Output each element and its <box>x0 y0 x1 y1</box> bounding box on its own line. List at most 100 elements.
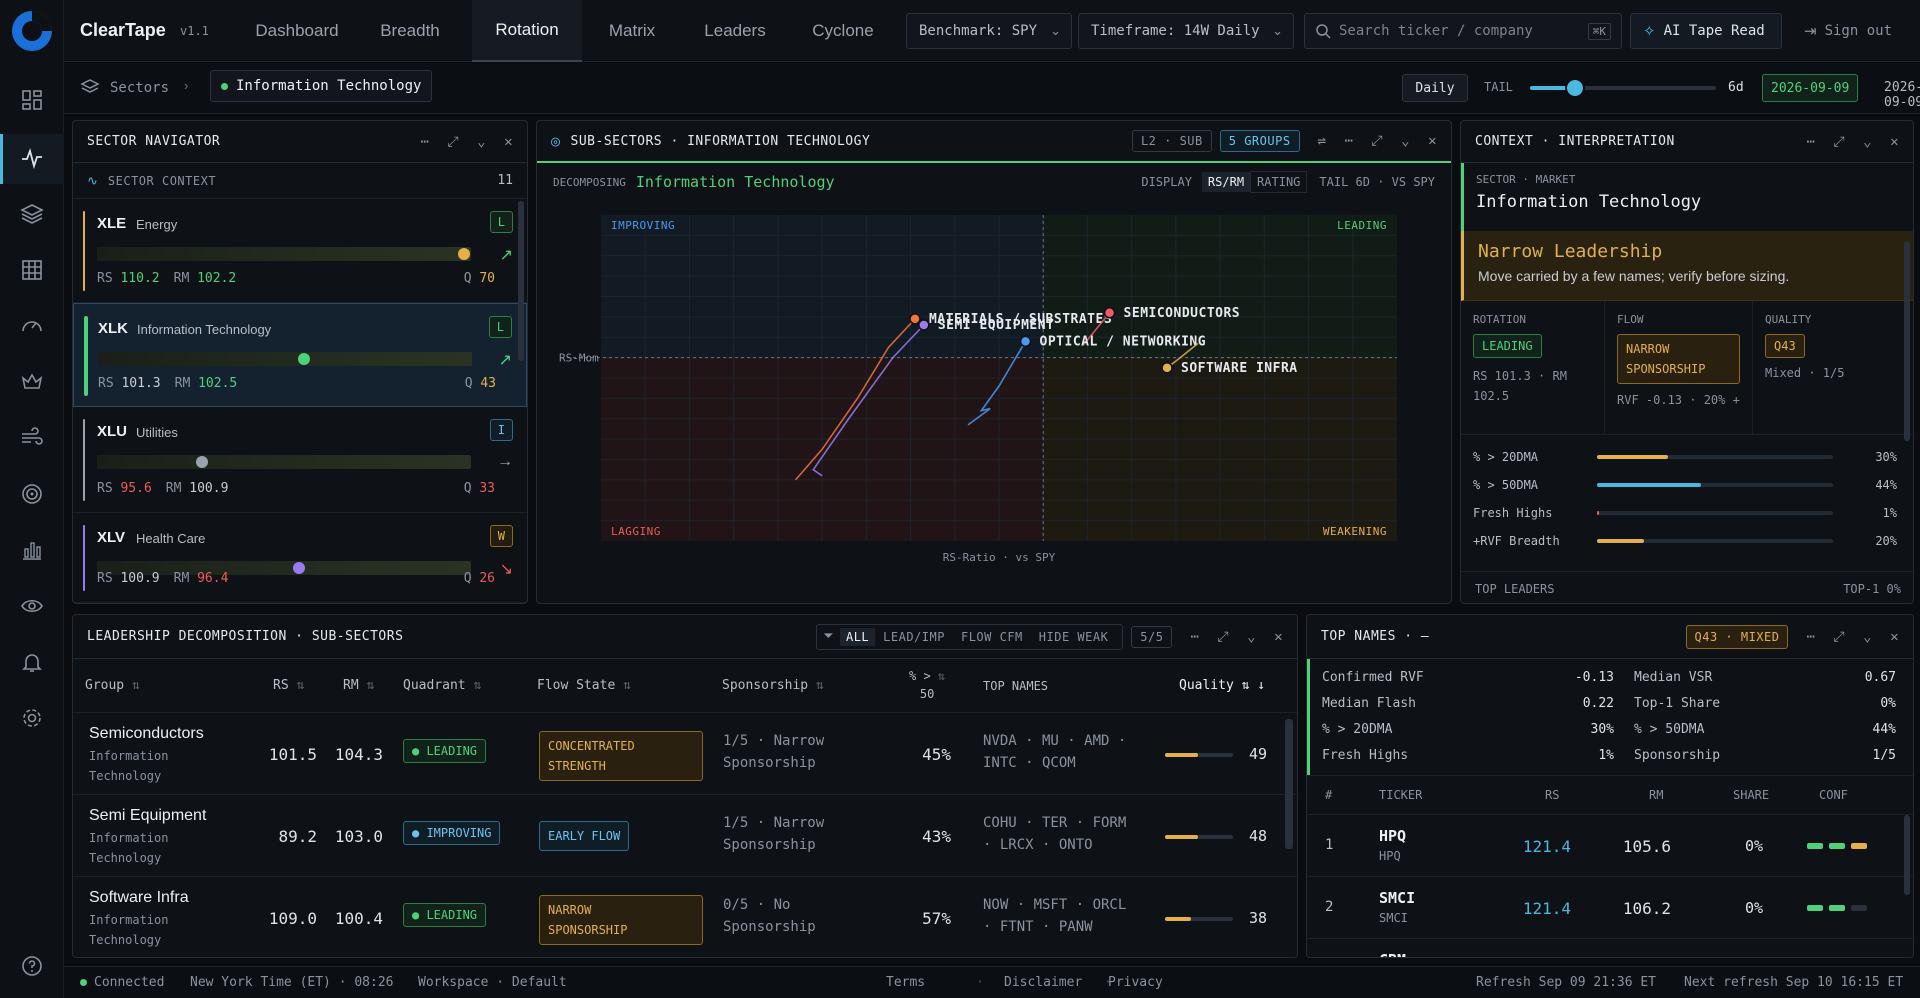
table-row[interactable]: Software Infra Information Technology 109.0… <box>73 877 1297 957</box>
quadrant-badge: ● IMPROVING <box>403 821 501 845</box>
breadcrumb-current[interactable]: Information Technology <box>210 70 433 102</box>
close-icon[interactable]: ✕ <box>1274 629 1283 645</box>
table-row[interactable]: 1 HPQ HPQ 121.4 105.6 0% <box>1307 815 1913 877</box>
sector-item[interactable]: XLU Utilities I → RS 95.6 RM 100.9 Q 33 <box>73 407 527 513</box>
table-icon[interactable] <box>20 258 44 282</box>
close-icon[interactable]: ✕ <box>1890 629 1899 645</box>
series-point[interactable] <box>1019 335 1032 348</box>
col-quality[interactable]: Quality ⇅ ↓ <box>1179 678 1265 693</box>
filter-all[interactable]: ALL <box>839 627 876 646</box>
tab-matrix[interactable]: Matrix <box>582 0 682 62</box>
chevron-down-icon[interactable]: ⌄ <box>1863 629 1872 645</box>
col-pct[interactable]: % > ⇅ 50 <box>909 667 945 703</box>
col-quadrant[interactable]: Quadrant ⇅ <box>403 678 481 693</box>
tab-dashboard[interactable]: Dashboard <box>238 0 356 62</box>
sign-out-button[interactable]: ⇥ Sign out <box>1804 22 1892 40</box>
series-point[interactable] <box>918 319 930 331</box>
benchmark-select[interactable]: Benchmark: SPY ⌄ <box>906 13 1072 49</box>
display-rsrm-toggle[interactable]: RS/RM <box>1201 172 1251 192</box>
chevron-down-icon[interactable]: ⌄ <box>1863 134 1872 150</box>
level-chip[interactable]: L2 · SUB <box>1131 130 1212 152</box>
sector-item[interactable]: XLK Information Technology L ↗ RS 101.3 RM 10… <box>73 303 527 407</box>
privacy-link[interactable]: Privacy <box>1108 975 1163 990</box>
crown-icon[interactable] <box>20 370 44 394</box>
scrollbar[interactable] <box>1904 815 1910 895</box>
sector-item[interactable]: XLE Energy L ↗ RS 110.2 RM 102.2 Q 70 <box>73 199 527 303</box>
tab-cyclone[interactable]: Cyclone <box>788 0 898 62</box>
scrollbar[interactable] <box>1904 241 1910 441</box>
more-icon[interactable]: ⋯ <box>1190 629 1199 645</box>
rrg-chart[interactable]: IMPROVING LEADING LAGGING WEAKENING RS-Mom RS… <box>537 203 1452 603</box>
rm-label: RM <box>173 571 198 586</box>
ai-tape-read-button[interactable]: ✧ AI Tape Read <box>1630 13 1782 49</box>
chevron-down-icon[interactable]: ⌄ <box>1401 133 1410 149</box>
more-icon[interactable]: ⋯ <box>1344 133 1353 149</box>
expand-icon[interactable]: ⤢ <box>1371 133 1383 149</box>
breadcrumb-sectors[interactable]: Sectors <box>110 80 169 96</box>
col-sponsorship[interactable]: Sponsorship ⇅ <box>722 678 824 693</box>
chevron-down-icon[interactable]: ⌄ <box>1247 629 1256 645</box>
sector-item[interactable]: XLV Health Care W ↘ RS 100.9 RM 96.4 Q 26 <box>73 513 527 603</box>
filter-lead-imp[interactable]: LEAD/IMP <box>875 628 953 646</box>
flow-state-line-2: SPONSORSHIP <box>548 923 628 937</box>
bell-icon[interactable] <box>20 650 44 674</box>
tab-leaders[interactable]: Leaders <box>682 0 788 62</box>
more-icon[interactable]: ⋯ <box>420 134 429 150</box>
help-icon[interactable] <box>20 954 44 978</box>
table-row[interactable]: CRM <box>1307 939 1913 957</box>
layers-icon[interactable] <box>20 202 44 226</box>
filter-hide-weak[interactable]: HIDE WEAK <box>1031 628 1117 646</box>
col-flow[interactable]: Flow State ⇅ <box>537 678 631 693</box>
more-icon[interactable]: ⋯ <box>1806 629 1815 645</box>
table-row[interactable]: Semi Equipment Information Technology 89.2 1… <box>73 795 1297 877</box>
series-point[interactable] <box>1103 307 1116 319</box>
daily-toggle[interactable]: Daily <box>1402 74 1468 102</box>
group-parent: Information <box>89 749 169 763</box>
series-point[interactable] <box>909 313 921 325</box>
table-row[interactable]: Semiconductors Information Technology 101.5… <box>73 713 1297 795</box>
tail-slider-handle[interactable] <box>1564 78 1585 98</box>
tab-breadth[interactable]: Breadth <box>356 0 464 62</box>
close-icon[interactable]: ✕ <box>1428 133 1437 149</box>
tab-rotation[interactable]: Rotation <box>472 0 582 62</box>
bar-chart-icon[interactable] <box>20 538 44 562</box>
col-rs[interactable]: RS ⇅ <box>273 678 304 693</box>
series-point[interactable] <box>1161 362 1173 374</box>
timeframe-select[interactable]: Timeframe: 14W Daily ⌄ <box>1078 13 1294 49</box>
filter-flow-cfm[interactable]: FLOW CFM <box>953 628 1031 646</box>
rm-value: 96.4 <box>197 571 229 586</box>
scrollbar[interactable] <box>518 201 524 361</box>
gear-icon[interactable] <box>20 706 44 730</box>
table-row[interactable]: 2 SMCI SMCI 121.4 106.2 0% <box>1307 877 1913 939</box>
expand-icon[interactable]: ⤢ <box>1217 629 1229 645</box>
scrollbar[interactable] <box>1285 719 1293 849</box>
activity-icon[interactable] <box>20 146 44 170</box>
terms-link[interactable]: Terms <box>886 975 925 990</box>
wind-icon[interactable] <box>20 426 44 450</box>
search-input[interactable]: Search ticker / company ⌘K <box>1304 13 1622 49</box>
sliders-icon[interactable]: ⇌ <box>1318 133 1327 149</box>
tail-slider[interactable] <box>1530 78 1716 98</box>
logo[interactable] <box>8 8 56 54</box>
disclaimer-link[interactable]: Disclaimer <box>1004 975 1082 990</box>
close-icon[interactable]: ✕ <box>1890 134 1899 150</box>
expand-icon[interactable]: ⤢ <box>1833 134 1845 150</box>
sign-out-label: Sign out <box>1824 23 1893 39</box>
col-group[interactable]: Group ⇅ <box>85 678 140 693</box>
top-leaders-value: TOP-1 0% <box>1843 581 1901 596</box>
groups-chip[interactable]: 5 GROUPS <box>1219 130 1300 152</box>
dashboard-grid-icon[interactable] <box>20 88 44 112</box>
close-icon[interactable]: ✕ <box>504 134 513 150</box>
gauge-icon[interactable] <box>20 314 44 338</box>
col-rm[interactable]: RM ⇅ <box>343 678 374 693</box>
expand-icon[interactable]: ⤢ <box>1833 629 1845 645</box>
more-icon[interactable]: ⋯ <box>1806 134 1815 150</box>
chevron-down-icon[interactable]: ⌄ <box>477 134 486 150</box>
target-icon[interactable] <box>20 482 44 506</box>
eye-icon[interactable] <box>20 594 44 618</box>
group-parent-2: Technology <box>89 933 162 947</box>
rs-value: 110.2 <box>120 271 160 286</box>
display-rating-toggle[interactable]: RATING <box>1250 171 1308 193</box>
expand-icon[interactable]: ⤢ <box>447 134 459 150</box>
date-badge[interactable]: 2026-09-09 <box>1762 74 1859 102</box>
